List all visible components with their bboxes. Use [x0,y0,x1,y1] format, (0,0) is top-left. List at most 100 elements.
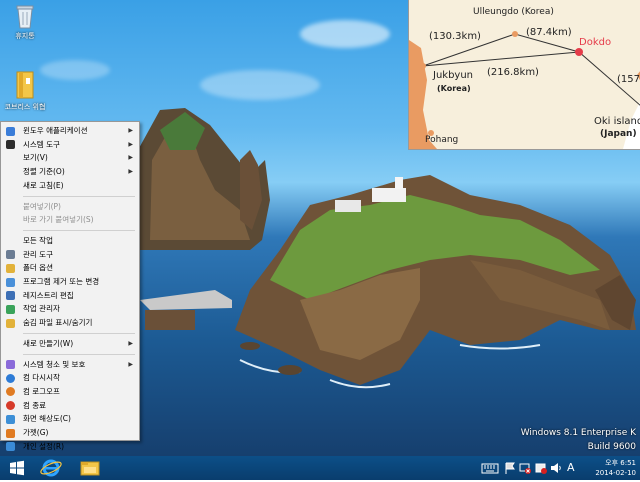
personalize-icon [6,442,15,452]
desktop-icon-label: 코브리스 위협 [4,103,46,111]
jukbyun-marker [420,63,426,69]
tray-network-button[interactable] [519,460,531,476]
context-menu-item-label: 폴더 옵션 [23,263,53,273]
context-menu-item[interactable]: 모든 작업 [1,234,139,248]
context-menu-item[interactable]: 프로그램 제거 또는 변경 [1,275,139,289]
map-label-pohang: Pohang [425,135,459,145]
context-menu-item-label: 새로 고침(E) [23,180,64,190]
context-menu-item-label: 바로 가기 붙여넣기(S) [23,215,94,225]
context-menu-item[interactable]: 시스템 도구 ▶ [1,138,139,152]
clock-date: 2014-02-10 [595,469,636,477]
taskbar: A 오후 6:51 2014-02-10 [0,456,640,480]
context-menu-item-label: 보기(V) [23,153,48,163]
display-icon [6,414,15,424]
context-menu-item-label: 개인 설정(R) [23,441,65,451]
tray-flag-button[interactable] [504,460,516,476]
keyboard-icon [481,463,499,474]
internet-explorer-icon [40,459,62,477]
context-menu-item[interactable]: 레지스트리 편집 [1,289,139,303]
shutdown-icon [6,401,15,411]
context-menu-item-label: 모든 작업 [23,235,53,245]
desktop-icon-label: 휴지통 [15,32,35,40]
network-error-icon [519,463,531,474]
speaker-icon [551,463,561,473]
context-menu-item-label: 가젯(G) [23,428,49,437]
context-menu-item[interactable]: 새로 만들기(W) ▶ [1,337,139,351]
context-menu-item[interactable]: 새로 고침(E) [1,179,139,193]
context-menu-separator [23,229,135,231]
context-menu-item[interactable]: 화면 해상도(C) [1,412,139,426]
context-menu-item-label: 작업 관리자 [23,304,60,314]
route-line [422,51,580,67]
distance-map-inset: Ulleungdo (Korea) (130.3km) (87.4km) Dok… [408,0,640,150]
context-menu-item[interactable]: 작업 관리자 [1,302,139,316]
context-menu-item-label: 시스템 도구 [23,139,60,149]
desktop[interactable]: 휴지통 코브리스 위협 Ulleungdo (Korea) (130.3km) … [0,0,640,456]
context-menu-item-label: 레지스트리 편집 [23,290,74,300]
ulleungdo-marker [512,31,518,37]
context-menu-item-label: 윈도우 애플리케이션 [23,126,88,135]
context-menu-item[interactable]: 시스템 청소 및 보호 ▶ [1,358,139,372]
desktop-context-menu: 윈도우 애플리케이션 ▶ 시스템 도구 ▶ 보기(V) ▶ 정렬 기준(O) ▶ 새로 고침(E… [0,121,140,452]
context-menu-item[interactable]: 컴 종료 [1,399,139,413]
programs-icon [6,277,15,287]
tray-security-button[interactable] [535,460,547,476]
windows-apps-icon [6,126,15,136]
context-menu-item-label: 화면 해상도(C) [23,414,71,424]
context-menu-item-label: 새로 만들기(W) [23,338,74,348]
start-button[interactable] [0,456,34,480]
submenu-arrow-icon: ▶ [128,127,133,134]
ime-mode-indicator[interactable]: A [567,460,579,476]
context-menu-separator [23,353,135,355]
map-label-country: (Japan) [600,129,637,139]
context-menu-item[interactable]: 윈도우 애플리케이션 ▶ [1,124,139,138]
map-label-distance: (157 [617,74,640,85]
folder-icon [16,71,34,99]
context-menu-item[interactable]: 숨김 파일 표시/숨기기 [1,316,139,330]
watermark-build: Build 9600 [587,442,636,452]
submenu-arrow-icon: ▶ [128,168,133,176]
context-menu-item-label: 관리 도구 [23,249,53,259]
gadget-icon [6,428,15,438]
context-menu-item-label: 정렬 기준(O) [23,167,65,177]
context-menu-item[interactable]: 보기(V) ▶ [1,151,139,165]
desktop-icon-recycle-bin[interactable]: 휴지통 [0,3,50,41]
map-label-jukbyun: Jukbyun [433,70,474,81]
submenu-arrow-icon: ▶ [128,360,133,368]
context-menu-item[interactable]: 폴더 옵션 [1,261,139,275]
task-manager-icon [6,304,15,314]
tray-volume-button[interactable] [550,460,562,476]
map-label-country: (Korea) [437,84,471,93]
taskbar-file-explorer[interactable] [75,456,105,480]
context-menu-separator [23,195,135,197]
context-menu-separator [23,332,135,334]
context-menu-item-label: 프로그램 제거 또는 변경 [23,277,100,286]
touch-keyboard-button[interactable] [481,460,499,476]
context-menu-item[interactable]: 개인 설정(R) [1,440,139,454]
taskbar-internet-explorer[interactable] [36,456,66,480]
taskbar-clock[interactable]: 오후 6:51 2014-02-10 [595,458,636,478]
file-explorer-icon [80,461,100,476]
recycle-bin-icon [16,5,34,29]
context-menu-item[interactable]: 정렬 기준(O) ▶ [1,165,139,179]
desktop-icon-folder[interactable]: 코브리스 위협 [0,70,50,112]
restart-icon [6,373,15,383]
map-label-ulleungdo: Ulleungdo (Korea) [473,7,554,17]
hidden-files-icon [6,318,15,328]
context-menu-item[interactable]: 컴 로그오프 [1,385,139,399]
context-menu-item: 바로 가기 붙여넣기(S) [1,213,139,227]
system-clean-icon [6,360,15,369]
context-menu-item[interactable]: 컴 다시시작 [1,371,139,385]
context-menu-item[interactable]: 가젯(G) [1,426,139,440]
context-menu-item: 붙여넣기(P) [1,200,139,214]
context-menu-item-label: 붙여넣기(P) [23,201,61,211]
context-menu-item-label: 컴 로그오프 [23,386,60,396]
context-menu-item[interactable]: 관리 도구 [1,248,139,262]
clock-time: 오후 6:51 [605,459,636,467]
submenu-arrow-icon: ▶ [128,339,133,347]
windows-build-watermark: Windows 8.1 Enterprise K Build 9600 [521,428,636,452]
context-menu-item-label: 시스템 청소 및 보호 [23,359,86,369]
watermark-edition: Windows 8.1 Enterprise K [520,428,636,438]
context-menu-item-label: 컴 종료 [23,400,47,410]
map-label-distance: (130.3km) [429,31,481,42]
